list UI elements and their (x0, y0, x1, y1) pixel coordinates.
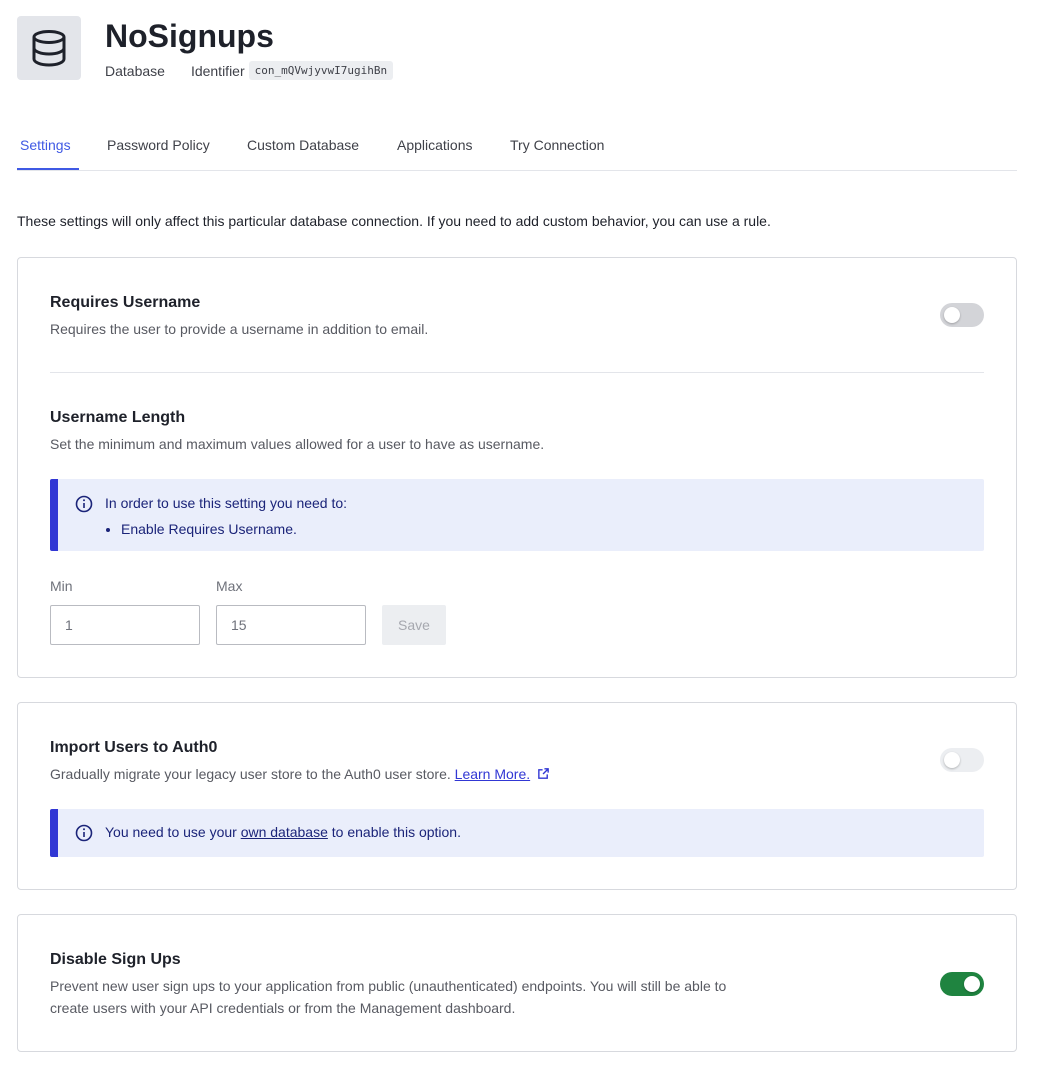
username-length-description: Set the minimum and maximum values allow… (50, 436, 545, 452)
identifier-label: Identifier (190, 62, 245, 79)
own-database-link[interactable]: own database (241, 824, 328, 840)
tab-password-policy[interactable]: Password Policy (107, 137, 210, 153)
external-link-icon (538, 768, 549, 779)
tab-settings[interactable]: Settings (20, 137, 71, 153)
requires-username-toggle[interactable] (940, 303, 984, 327)
database-icon (17, 16, 81, 80)
alert-text-before: You need to use your (105, 824, 241, 840)
disable-signups-card: Disable Sign Ups Prevent new user sign u… (17, 914, 1017, 1052)
disable-signups-title: Disable Sign Ups (50, 951, 181, 968)
tab-bar: Settings Password Policy Custom Database… (17, 128, 1017, 171)
disable-signups-toggle[interactable] (940, 972, 984, 996)
alert-list: Enable Requires Username. (105, 521, 297, 537)
import-users-alert-text: You need to use your own database to ena… (105, 824, 461, 840)
identifier-value: con_mQVwjyvwI7ugihBn (248, 61, 394, 80)
alert-title: In order to use this setting you need to… (105, 495, 348, 511)
username-settings-card: Requires Username Requires the user to p… (17, 257, 1017, 678)
section-divider (50, 372, 984, 373)
min-length-input[interactable] (50, 605, 200, 645)
alert-list-item: Enable Requires Username. (121, 521, 297, 537)
import-users-alert: You need to use your own database to ena… (50, 809, 984, 857)
tab-custom-database[interactable]: Custom Database (247, 137, 359, 153)
requires-username-description: Requires the user to provide a username … (50, 321, 429, 337)
connection-type: Database (105, 62, 165, 79)
save-button[interactable]: Save (382, 605, 446, 645)
page-title: NoSignups (105, 18, 274, 54)
min-label: Min (50, 578, 73, 594)
requires-username-title: Requires Username (50, 294, 201, 311)
info-icon (75, 495, 93, 513)
tab-try-connection[interactable]: Try Connection (510, 137, 604, 153)
learn-more-link[interactable]: Learn More. (455, 766, 530, 782)
settings-intro: These settings will only affect this par… (17, 213, 771, 229)
info-icon (75, 824, 93, 842)
import-users-card: Import Users to Auth0 Gradually migrate … (17, 702, 1017, 890)
disable-signups-description: Prevent new user sign ups to your applic… (50, 978, 727, 1016)
import-users-description: Gradually migrate your legacy user store… (50, 763, 550, 785)
connection-meta: Database Identifier con_mQVwjyvwI7ugihBn (105, 61, 394, 80)
import-users-description-text: Gradually migrate your legacy user store… (50, 766, 451, 782)
alert-text-after: to enable this option. (327, 824, 461, 840)
max-label: Max (216, 578, 243, 594)
import-users-title: Import Users to Auth0 (50, 739, 218, 756)
max-length-input[interactable] (216, 605, 366, 645)
tab-applications[interactable]: Applications (397, 137, 473, 153)
username-length-alert: In order to use this setting you need to… (50, 479, 984, 551)
active-tab-indicator (17, 168, 79, 170)
username-length-title: Username Length (50, 409, 186, 426)
import-users-toggle[interactable] (940, 748, 984, 772)
